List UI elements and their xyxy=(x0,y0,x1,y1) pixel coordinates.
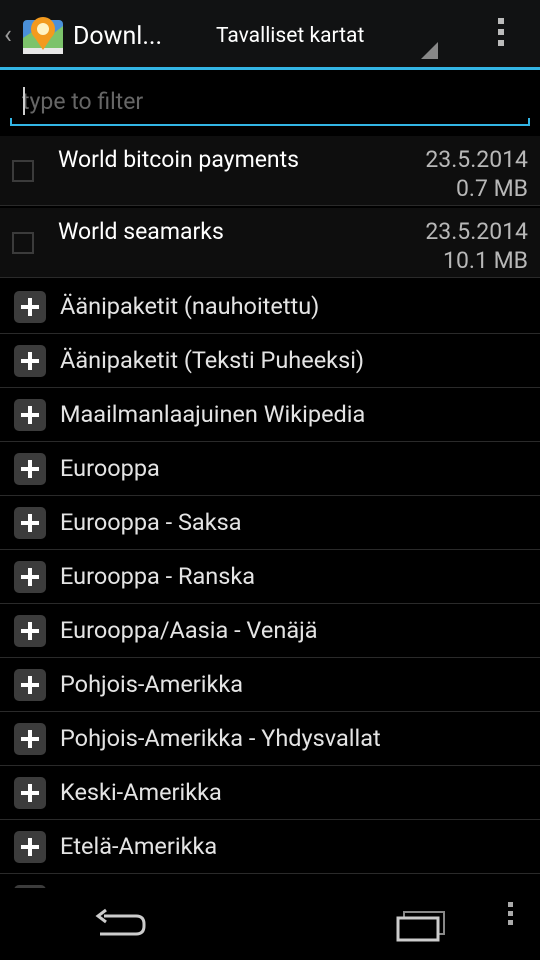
group-label: Pohjois-Amerikka xyxy=(60,670,244,698)
group-label: Etelä-Amerikka xyxy=(60,832,218,860)
group-label: Pohjois-Amerikka - Yhdysvallat xyxy=(60,724,381,752)
map-date: 23.5.2014 xyxy=(425,146,528,173)
group-row[interactable]: Pohjois-Amerikka - Yhdysvallat xyxy=(0,712,540,766)
plus-icon[interactable] xyxy=(14,777,46,809)
group-label: Keski-Amerikka xyxy=(60,778,222,806)
map-checkbox[interactable] xyxy=(12,160,34,182)
system-navigation-bar xyxy=(0,888,540,960)
group-label: Eurooppa/Aasia - Venäjä xyxy=(60,616,318,644)
plus-icon[interactable] xyxy=(14,345,46,377)
filter-input[interactable] xyxy=(10,78,530,124)
app-title: Downl... xyxy=(73,22,163,51)
plus-icon[interactable] xyxy=(14,615,46,647)
recent-apps-icon[interactable] xyxy=(392,902,450,946)
map-name: World seamarks xyxy=(58,218,224,245)
group-row[interactable]: Keski-Amerikka xyxy=(0,766,540,820)
action-bar: ‹ Downl... Tavalliset kartat xyxy=(0,0,540,70)
plus-icon[interactable] xyxy=(14,507,46,539)
group-label: Maailmanlaajuinen Wikipedia xyxy=(60,400,366,428)
group-label: Äänipaketit (Teksti Puheeksi) xyxy=(60,346,365,374)
group-label: Äänipaketit (nauhoitettu) xyxy=(60,292,320,320)
plus-icon[interactable] xyxy=(14,561,46,593)
up-chevron-icon[interactable]: ‹ xyxy=(4,20,12,50)
plus-icon[interactable] xyxy=(14,669,46,701)
group-row[interactable]: Eurooppa/Aasia - Venäjä xyxy=(0,604,540,658)
group-row[interactable]: Etelä-Amerikka xyxy=(0,820,540,874)
group-row[interactable]: Maailmanlaajuinen Wikipedia xyxy=(0,388,540,442)
plus-icon[interactable] xyxy=(14,831,46,863)
plus-icon[interactable] xyxy=(14,723,46,755)
group-row[interactable]: Äänipaketit (Teksti Puheeksi) xyxy=(0,334,540,388)
group-row[interactable]: Pohjois-Amerikka xyxy=(0,658,540,712)
plus-icon[interactable] xyxy=(14,291,46,323)
group-row[interactable]: Eurooppa xyxy=(0,442,540,496)
group-label: Eurooppa - Saksa xyxy=(60,508,242,536)
group-row[interactable]: Eurooppa - Saksa xyxy=(0,496,540,550)
back-icon[interactable] xyxy=(90,902,150,946)
filter-field[interactable] xyxy=(10,78,530,126)
map-size: 10.1 MB xyxy=(443,247,528,274)
menu-icon[interactable] xyxy=(500,902,520,946)
plus-icon[interactable] xyxy=(14,399,46,431)
map-checkbox[interactable] xyxy=(12,232,34,254)
map-type-dropdown[interactable]: Tavalliset kartat xyxy=(200,0,444,67)
map-item-world-bitcoin-payments[interactable]: World bitcoin payments 23.5.2014 0.7 MB xyxy=(0,136,540,206)
filter-underline xyxy=(10,118,530,126)
app-icon[interactable] xyxy=(20,14,66,58)
group-label: Eurooppa - Ranska xyxy=(60,562,256,590)
overflow-menu-icon[interactable] xyxy=(496,18,506,50)
text-cursor xyxy=(23,87,25,115)
plus-icon[interactable] xyxy=(14,453,46,485)
group-label: Eurooppa xyxy=(60,454,160,482)
dropdown-triangle-icon xyxy=(421,42,438,59)
map-name: World bitcoin payments xyxy=(58,146,300,173)
map-item-world-seamarks[interactable]: World seamarks 23.5.2014 10.1 MB xyxy=(0,208,540,278)
map-date: 23.5.2014 xyxy=(425,218,528,245)
group-row[interactable]: Eurooppa - Ranska xyxy=(0,550,540,604)
group-row[interactable]: Äänipaketit (nauhoitettu) xyxy=(0,280,540,334)
map-type-selected: Tavalliset kartat xyxy=(216,24,365,48)
map-size: 0.7 MB xyxy=(455,175,528,202)
